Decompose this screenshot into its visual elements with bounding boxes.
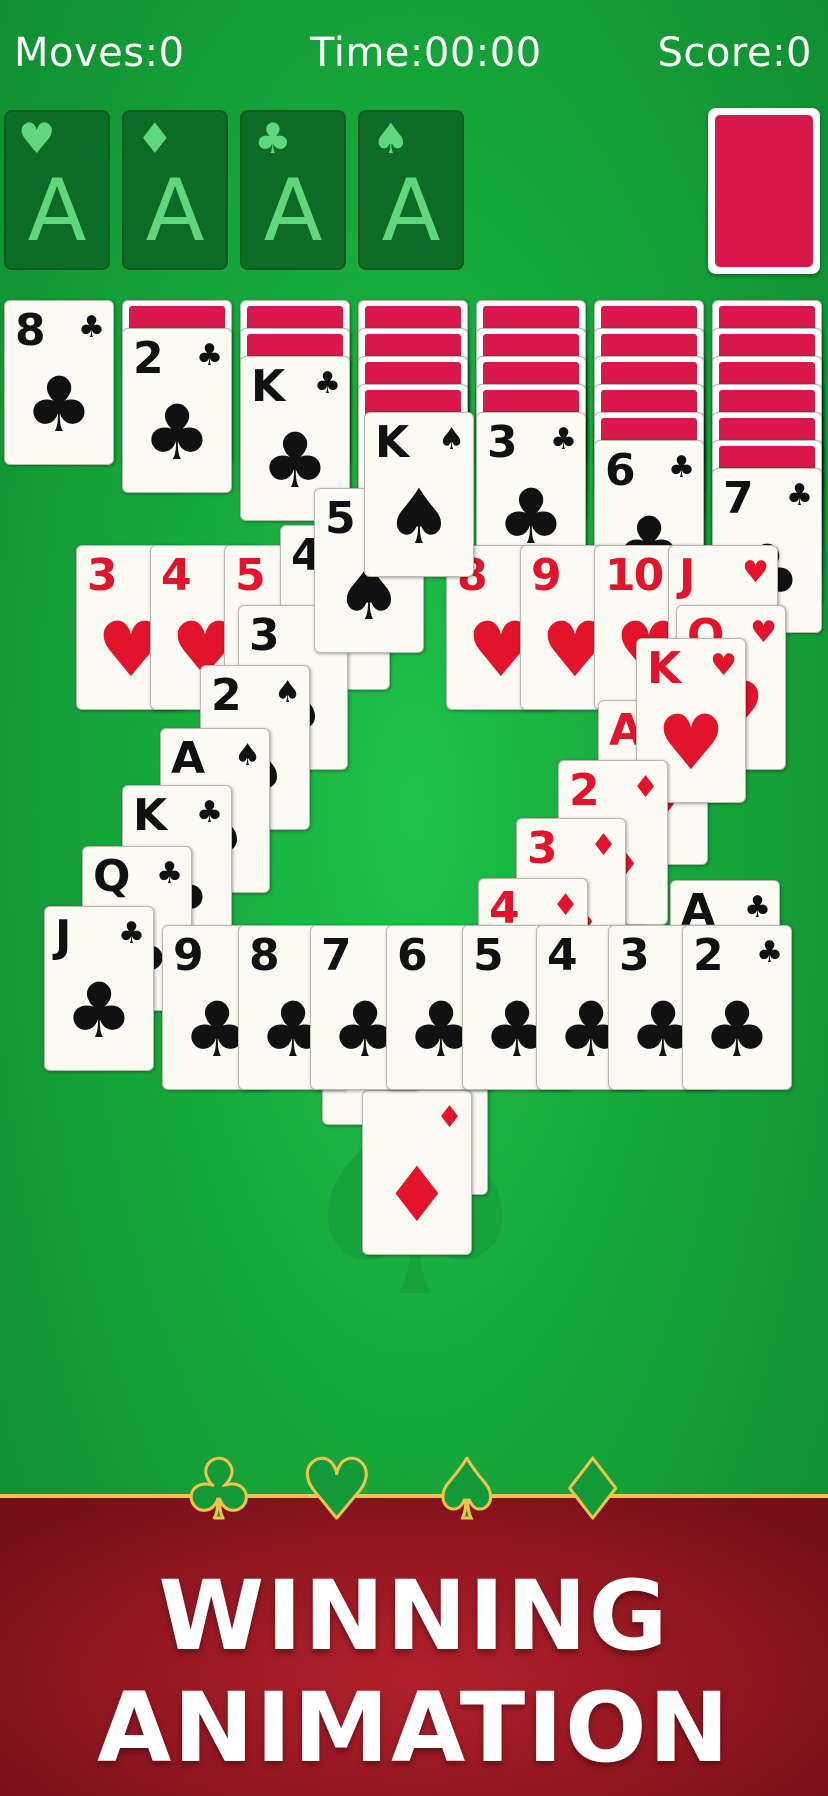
card-suit-icon: ♣: [196, 338, 223, 373]
card-rank: 3: [487, 417, 518, 468]
playing-card[interactable]: K ♠ ♠: [364, 412, 474, 577]
card-suit-icon: ♣: [668, 450, 695, 485]
heart-icon: ♥: [299, 1443, 375, 1538]
card-suit-icon: ♦: [552, 888, 579, 923]
card-rank: 10: [605, 550, 664, 601]
moves-counter: Moves:0: [14, 30, 185, 76]
card-suit-icon: ♠: [274, 675, 301, 710]
playing-card[interactable]: 2 ♣ ♣: [682, 925, 792, 1090]
card-rank: 3: [249, 610, 280, 661]
card-rank: 5: [235, 550, 266, 601]
foundation-rank: A: [27, 161, 87, 261]
card-suit-icon: ♣: [156, 856, 183, 891]
foundation-clubs[interactable]: ♣ A: [240, 110, 346, 270]
card-rank: 5: [473, 930, 504, 981]
score-counter: Score:0: [657, 30, 812, 76]
card-rank: 3: [527, 823, 558, 874]
stock-pile[interactable]: [708, 108, 820, 274]
card-suit-icon: ♣: [314, 366, 341, 401]
card-rank: 2: [211, 670, 242, 721]
card-suit-icon: ♣: [64, 966, 134, 1055]
card-rank: K: [133, 790, 167, 841]
card-rank: 6: [397, 930, 428, 981]
time-counter: Time:00:00: [310, 30, 542, 76]
card-rank: A: [171, 733, 205, 784]
card-rank: K: [251, 361, 285, 412]
card-rank: 4: [161, 550, 192, 601]
card-suit-icon: ♦: [436, 1100, 463, 1135]
card-suit-icon: ♥: [742, 555, 769, 590]
card-suit-icon: ♠: [234, 738, 261, 773]
playing-card[interactable]: ♦♦: [362, 1090, 472, 1255]
heart-icon: ♥: [18, 114, 56, 163]
card-rank: 5: [325, 493, 356, 544]
card-rank: 9: [173, 930, 204, 981]
card-rank: 4: [547, 930, 578, 981]
card-rank: 7: [321, 930, 352, 981]
diamond-icon: ♦: [555, 1443, 631, 1538]
hud-bar: Moves:0 Time:00:00 Score:0: [0, 0, 828, 100]
card-suit-icon: ♣: [142, 388, 212, 477]
card-suit-icon: ♠: [438, 422, 465, 457]
card-rank: J: [679, 550, 695, 601]
card-rank: 6: [605, 445, 636, 496]
foundation-rank: A: [145, 161, 205, 261]
banner-title-line1: WINNING: [158, 1560, 670, 1672]
card-back: [715, 115, 813, 267]
card-rank: 2: [133, 333, 164, 384]
card-rank: 8: [249, 930, 280, 981]
club-icon: ♣: [254, 114, 292, 163]
banner-title-line2: ANIMATION: [97, 1672, 731, 1784]
card-suit-icon: ♣: [78, 310, 105, 345]
card-suit-icon: ♣: [702, 985, 772, 1074]
card-suit-icon: ♥: [750, 615, 777, 650]
foundation-hearts[interactable]: ♥ A: [4, 110, 110, 270]
foundation-spades[interactable]: ♠ A: [358, 110, 464, 270]
card-rank: 9: [531, 550, 562, 601]
foundation-rank: A: [381, 161, 441, 261]
card-rank: K: [647, 643, 681, 694]
playing-card[interactable]: 8♣♣: [4, 300, 114, 465]
card-rank: J: [55, 911, 71, 962]
card-suit-icon: ♦: [590, 828, 617, 863]
card-suit-icon: ♣: [744, 890, 771, 925]
card-suit-icon: ♦: [632, 770, 659, 805]
spade-icon: ♠: [372, 114, 410, 163]
club-icon: ♣: [181, 1443, 257, 1538]
card-suit-icon: ♣: [496, 472, 566, 561]
card-suit-icon: ♣: [550, 422, 577, 457]
card-rank: 8: [15, 305, 46, 356]
foundation-rank: A: [263, 161, 323, 261]
card-suit-icon: ♥: [710, 648, 737, 683]
card-rank: 2: [569, 765, 600, 816]
card-rank: K: [375, 417, 409, 468]
spade-icon: ♠: [429, 1443, 505, 1538]
card-suit-icon: ♦: [382, 1150, 452, 1239]
diamond-icon: ♦: [136, 114, 174, 163]
card-suit-icon: ♣: [24, 360, 94, 449]
card-rank: 7: [723, 473, 754, 524]
card-suit-icon: ♠: [384, 472, 454, 561]
playing-card[interactable]: J ♣ ♣: [44, 906, 154, 1071]
card-rank: 3: [619, 930, 650, 981]
card-rank: Q: [93, 851, 130, 902]
card-suit-icon: ♣: [786, 478, 813, 513]
card-suit-icon: ♣: [196, 795, 223, 830]
card-rank: 3: [87, 550, 118, 601]
foundation-diamonds[interactable]: ♦ A: [122, 110, 228, 270]
card-rank: 2: [693, 930, 724, 981]
playing-card[interactable]: 2 ♣ ♣: [122, 328, 232, 493]
banner-suit-icons: ♣ ♥ ♠ ♦: [0, 1443, 828, 1538]
card-suit-icon: ♣: [118, 916, 145, 951]
card-suit-icon: ♣: [756, 935, 783, 970]
